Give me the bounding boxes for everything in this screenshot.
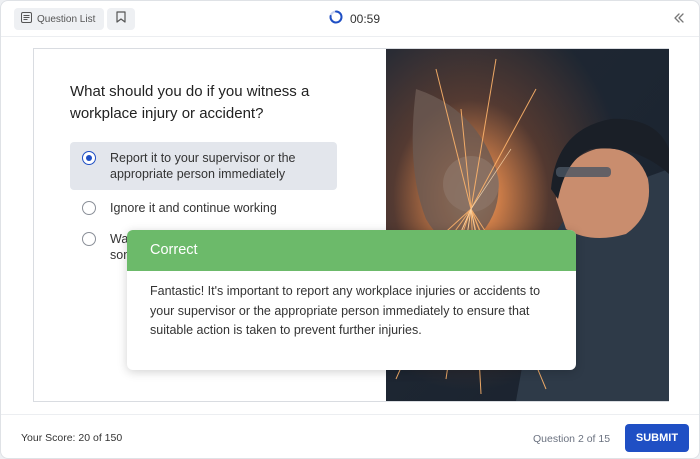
bookmark-icon bbox=[116, 10, 126, 28]
bookmark-button[interactable] bbox=[107, 8, 135, 30]
double-chevron-left-icon bbox=[671, 13, 687, 30]
answer-option-label: Report it to your supervisor or the appr… bbox=[110, 151, 296, 181]
timer-ring-icon bbox=[329, 10, 343, 27]
submit-button[interactable]: SUBMIT bbox=[625, 424, 689, 452]
score-text: Your Score: 20 of 150 bbox=[21, 432, 123, 444]
answer-option-label: Ignore it and continue working bbox=[110, 201, 277, 215]
quiz-window: Question List 00:59 What should you do i… bbox=[0, 0, 700, 459]
timer: 00:59 bbox=[329, 10, 380, 27]
footer-bar: Your Score: 20 of 150 Question 2 of 15 S… bbox=[1, 414, 699, 458]
answer-option-1[interactable]: Report it to your supervisor or the appr… bbox=[70, 142, 337, 190]
question-text: What should you do if you witness a work… bbox=[70, 83, 310, 122]
question-progress: Question 2 of 15 bbox=[533, 433, 611, 445]
collapse-button[interactable] bbox=[671, 10, 687, 26]
feedback-message: Fantastic! It's important to report any … bbox=[150, 284, 541, 337]
feedback-popup: Correct Fantastic! It's important to rep… bbox=[127, 230, 576, 370]
radio-button[interactable] bbox=[82, 201, 96, 215]
question-list-label: Question List bbox=[37, 13, 96, 25]
list-icon bbox=[21, 12, 32, 26]
question-list-button[interactable]: Question List bbox=[14, 8, 105, 30]
answer-option-2[interactable]: Ignore it and continue working bbox=[70, 200, 277, 216]
top-bar: Question List 00:59 bbox=[1, 1, 699, 37]
radio-button[interactable] bbox=[82, 232, 96, 246]
radio-button[interactable] bbox=[82, 151, 96, 165]
feedback-status: Correct bbox=[127, 230, 576, 271]
timer-value: 00:59 bbox=[350, 11, 381, 26]
